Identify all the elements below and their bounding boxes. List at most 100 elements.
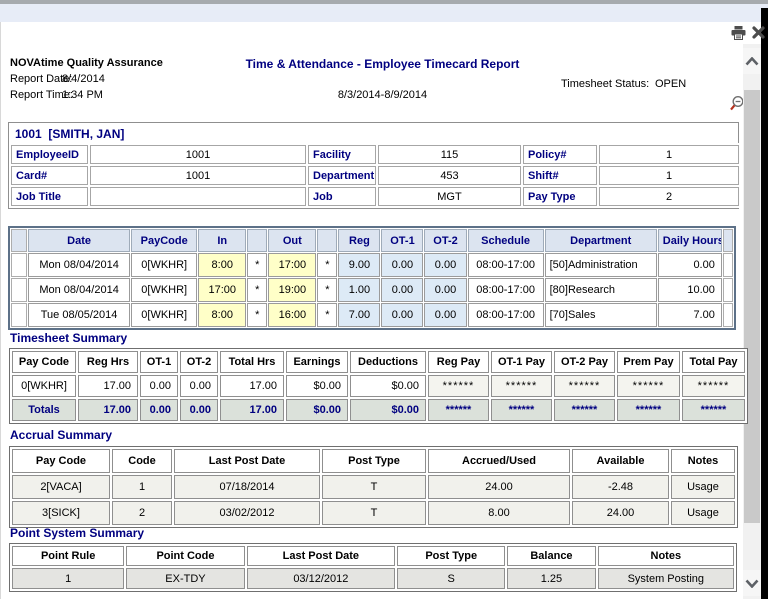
cell-schedule: 08:00-17:00: [468, 278, 544, 302]
close-button[interactable]: [749, 25, 767, 43]
ts-header-ot1-pay: OT-1 Pay: [491, 351, 552, 373]
timesheet-status-label: Timesheet Status:: [561, 78, 649, 90]
ac-cell-notes: Usage: [671, 501, 735, 525]
cell-in-flag: *: [247, 253, 267, 277]
ac-header-code: Code: [112, 449, 172, 473]
ts-totals-ot1: 0.00: [140, 399, 178, 421]
cell-out[interactable]: 16:00: [268, 303, 316, 327]
ts-header-ot1: OT-1: [140, 351, 178, 373]
employeeid-label: EmployeeID: [11, 145, 88, 164]
ts-totals-ot2: 0.00: [180, 399, 218, 421]
policy-value: 1: [599, 145, 739, 164]
ts-cell-reg-hrs: 17.00: [78, 375, 138, 397]
cell-daily-hours: 10.00: [658, 278, 722, 302]
scrollbar-thumb[interactable]: [744, 90, 760, 523]
scroll-down-button[interactable]: [743, 570, 761, 596]
pt-cell-last-post-date: 03/12/2012: [247, 568, 395, 589]
facility-value: 115: [378, 145, 521, 164]
print-icon: [731, 26, 746, 43]
cell-ot2: 0.00: [424, 253, 466, 277]
chevron-down-icon: [745, 576, 759, 591]
employee-info-table: EmployeeID 1001 Facility 115 Policy# 1 C…: [9, 143, 741, 208]
point-summary-title: Point System Summary: [10, 526, 144, 540]
cell-out-flag: *: [317, 278, 337, 302]
ac-cell-pay-code: 2[VACA]: [12, 475, 110, 499]
ts-totals-total-pay: ******: [682, 399, 745, 421]
cell-date: Mon 08/04/2014: [28, 253, 130, 277]
timecard-header-ot1: OT-1: [381, 229, 423, 252]
cell-out[interactable]: 17:00: [268, 253, 316, 277]
ac-cell-accrued-used: 24.00: [428, 475, 570, 499]
cell-schedule: 08:00-17:00: [468, 303, 544, 327]
ac-header-available: Available: [572, 449, 669, 473]
pt-header-point-rule: Point Rule: [12, 546, 124, 566]
accrual-row: 2[VACA] 1 07/18/2014 T 24.00 -2.48 Usage: [12, 475, 735, 499]
timecard-header-ot2: OT-2: [424, 229, 466, 252]
cell-reg: 1.00: [338, 278, 380, 302]
ts-totals-deductions: $0.00: [350, 399, 426, 421]
policy-label: Policy#: [523, 145, 597, 164]
point-summary-section: Point Rule Point Code Last Post Date Pos…: [9, 543, 737, 592]
report-date-value: 8/4/2014: [62, 73, 105, 85]
scroll-up-button[interactable]: [743, 48, 761, 74]
pay-type-value: 2: [599, 187, 739, 206]
ts-totals-prem-pay: ******: [617, 399, 680, 421]
cell-out-flag: *: [317, 303, 337, 327]
ac-cell-available: 24.00: [572, 501, 669, 525]
ac-cell-pay-code: 3[SICK]: [12, 501, 110, 525]
ts-header-prem-pay: Prem Pay: [617, 351, 680, 373]
ts-totals-reg-pay: ******: [428, 399, 489, 421]
pt-cell-notes: System Posting: [598, 568, 734, 589]
ts-header-deductions: Deductions: [350, 351, 426, 373]
cell-ot1: 0.00: [381, 253, 423, 277]
employee-info-row: Job Title Job MGT Pay Type 2: [11, 187, 739, 206]
card-label: Card#: [11, 166, 88, 185]
timecard-header-blank: [247, 229, 267, 252]
pt-cell-balance: 1.25: [507, 568, 595, 589]
report-time-value: 1:34 PM: [62, 89, 103, 101]
ac-header-accrued-used: Accrued/Used: [428, 449, 570, 473]
timecard-row: Mon 08/04/2014 0[WKHR] 8:00 * 17:00 * 9.…: [11, 253, 733, 277]
cell-blank: [723, 278, 733, 302]
employeeid-value: 1001: [90, 145, 306, 164]
timecard-header-blank: [11, 229, 27, 252]
pt-header-point-code: Point Code: [126, 546, 244, 566]
print-button[interactable]: [729, 25, 747, 43]
cell-reg: 9.00: [338, 253, 380, 277]
cell-blank: [11, 253, 27, 277]
point-row: 1 EX-TDY 03/12/2012 S 1.25 System Postin…: [12, 568, 734, 589]
ac-cell-notes: Usage: [671, 475, 735, 499]
cell-department: [70]Sales: [545, 303, 657, 327]
cell-department: [80]Research: [545, 278, 657, 302]
cell-blank: [723, 253, 733, 277]
cell-out[interactable]: 19:00: [268, 278, 316, 302]
cell-in[interactable]: 8:00: [198, 253, 246, 277]
point-header-row: Point Rule Point Code Last Post Date Pos…: [12, 546, 734, 566]
pt-header-last-post-date: Last Post Date: [247, 546, 395, 566]
timecard-header-reg: Reg: [338, 229, 380, 252]
pt-cell-point-rule: 1: [12, 568, 124, 589]
chevron-up-icon: [745, 54, 759, 69]
ts-cell-earnings: $0.00: [286, 375, 348, 397]
magnifier-icon: [728, 95, 745, 116]
ac-header-pay-code: Pay Code: [12, 449, 110, 473]
ts-header-ot2: OT-2: [180, 351, 218, 373]
window-right-edge: [761, 8, 768, 599]
report-title: Time & Attendance - Employee Timecard Re…: [160, 57, 605, 71]
cell-schedule: 08:00-17:00: [468, 253, 544, 277]
cell-in[interactable]: 17:00: [198, 278, 246, 302]
timecard-header-blank: [317, 229, 337, 252]
cell-blank: [11, 278, 27, 302]
ac-cell-post-type: T: [322, 475, 426, 499]
ac-cell-code: 2: [112, 501, 172, 525]
ts-cell-ot2-pay: ******: [554, 375, 615, 397]
accrual-summary-section: Pay Code Code Last Post Date Post Type A…: [9, 446, 738, 528]
accrual-summary-table: Pay Code Code Last Post Date Post Type A…: [9, 446, 738, 528]
timecard-table: Date PayCode In Out Reg OT-1 OT-2 Schedu…: [8, 226, 736, 330]
timecard-row: Mon 08/04/2014 0[WKHR] 17:00 * 19:00 * 1…: [11, 278, 733, 302]
timecard-header-department: Department: [545, 229, 657, 252]
timesheet-summary-totals-row: Totals 17.00 0.00 0.00 17.00 $0.00 $0.00…: [12, 399, 745, 421]
timecard-row: Tue 08/05/2014 0[WKHR] 8:00 * 16:00 * 7.…: [11, 303, 733, 327]
job-title-value: [90, 187, 306, 206]
cell-in[interactable]: 8:00: [198, 303, 246, 327]
